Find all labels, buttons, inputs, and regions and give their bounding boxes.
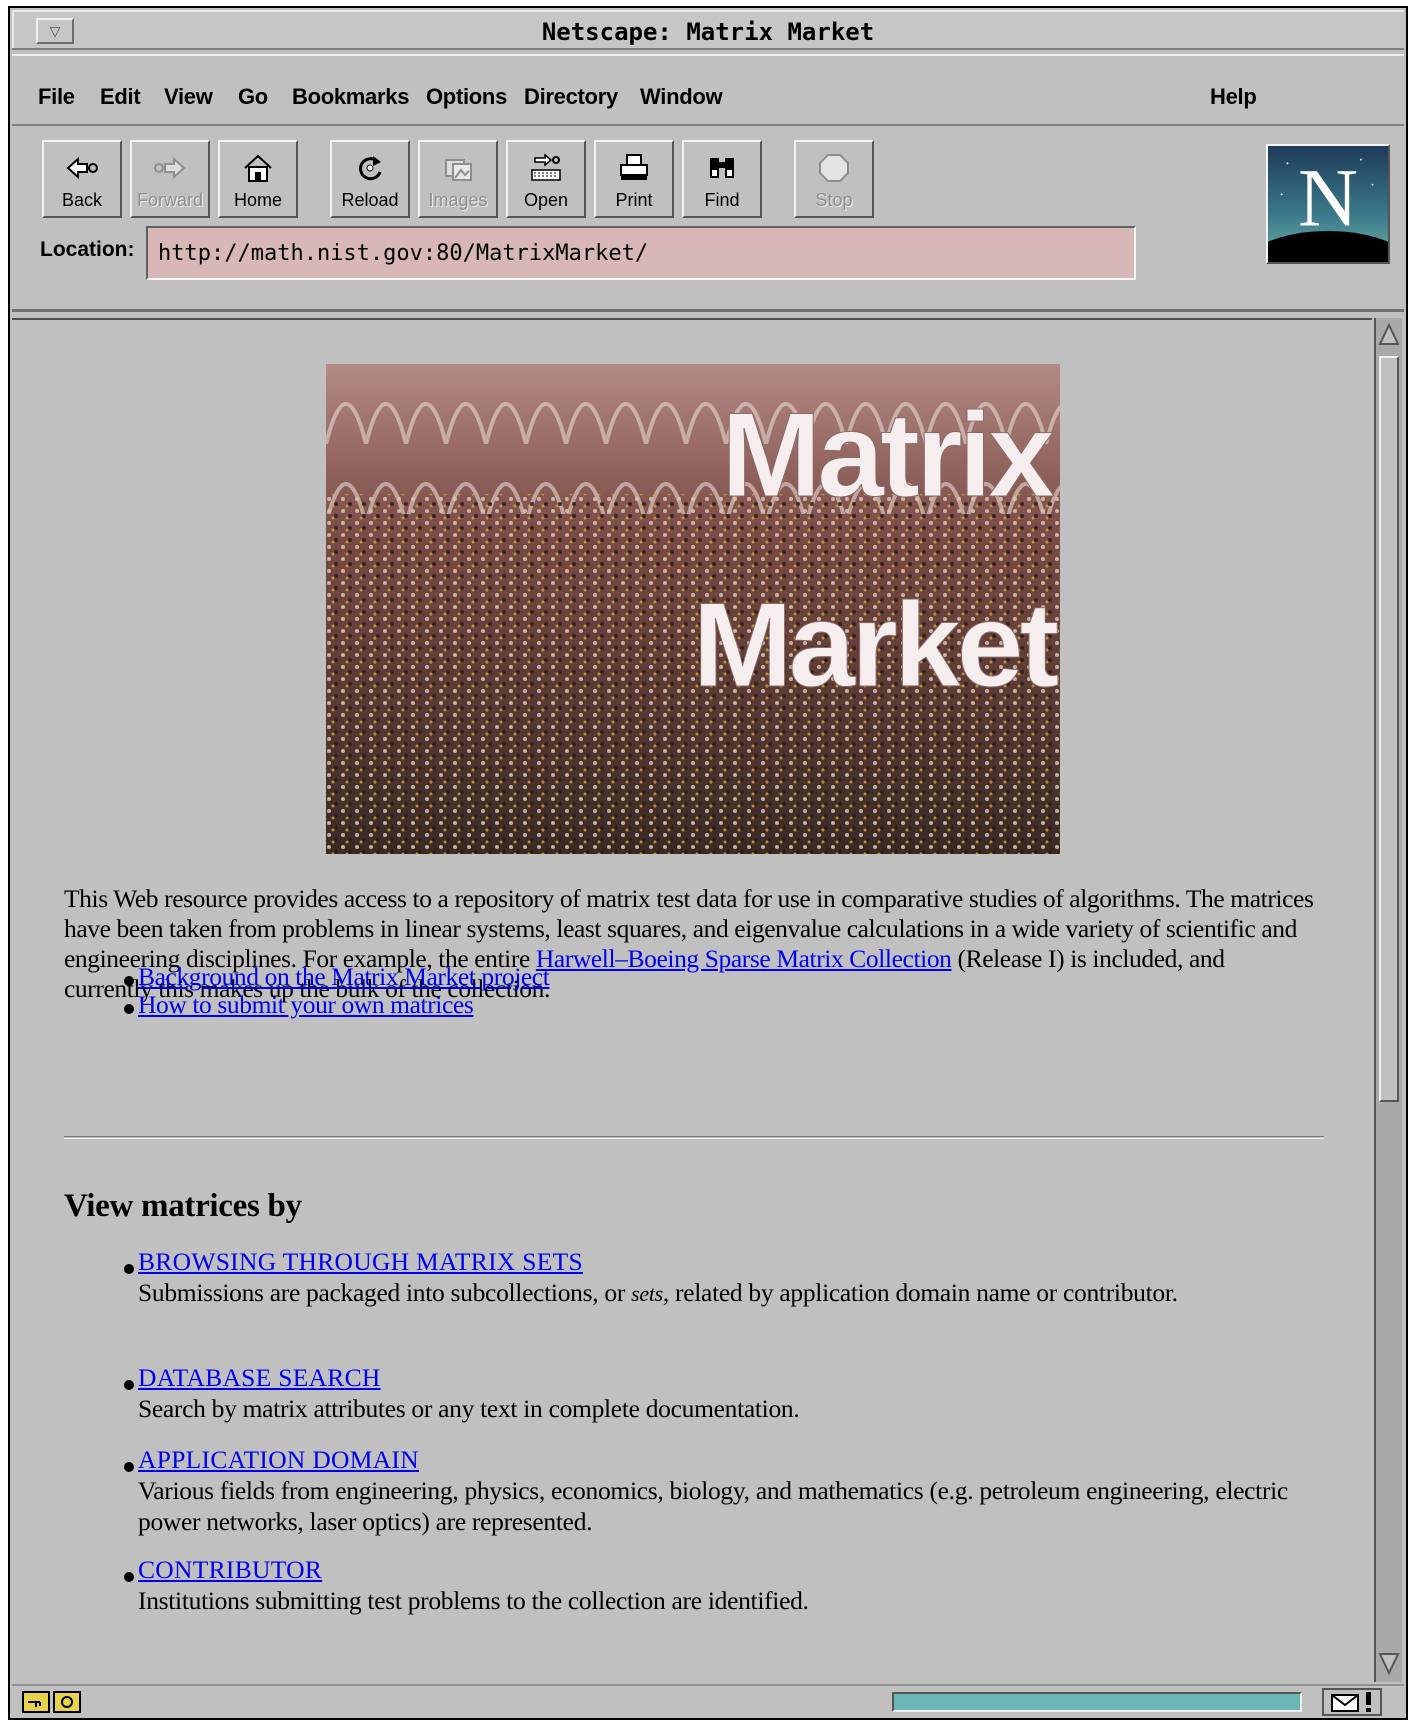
home-button[interactable]: Home	[218, 140, 298, 218]
list-item: BROWSING THROUGH MATRIX SETS Submissions…	[138, 1247, 1178, 1307]
back-button[interactable]: Back	[42, 140, 122, 218]
bullet	[124, 1004, 134, 1014]
scroll-down-arrow-icon[interactable]	[1378, 1650, 1400, 1676]
menu-options[interactable]: Options	[426, 84, 507, 110]
bullet	[124, 1462, 134, 1472]
application-domain-link[interactable]: APPLICATION DOMAIN	[138, 1445, 419, 1474]
svg-text:N: N	[1298, 151, 1358, 243]
bullet	[124, 1264, 134, 1274]
bullet	[124, 976, 134, 986]
status-bar	[12, 1684, 1404, 1718]
menu-window[interactable]: Window	[640, 84, 723, 110]
images-icon	[420, 142, 496, 186]
menu-file[interactable]: File	[38, 84, 75, 110]
find-button[interactable]: Find	[682, 140, 762, 218]
back-arrow-icon	[44, 142, 120, 186]
reload-button[interactable]: Reload	[330, 140, 410, 218]
open-icon	[508, 142, 584, 186]
menu-bar: File Edit View Go Bookmarks Options Dire…	[12, 54, 1404, 126]
list-item: DATABASE SEARCH Search by matrix attribu…	[138, 1363, 800, 1423]
reload-icon	[332, 142, 408, 186]
images-button[interactable]: Images	[418, 140, 498, 218]
menu-view[interactable]: View	[164, 84, 213, 110]
menu-directory[interactable]: Directory	[524, 84, 618, 110]
bullet	[124, 1380, 134, 1390]
window-title: Netscape: Matrix Market	[541, 18, 875, 46]
banner-line-1: Matrix	[721, 388, 1054, 522]
open-button[interactable]: Open	[506, 140, 586, 218]
stop-icon	[796, 142, 872, 186]
horizontal-rule	[64, 1136, 1324, 1139]
printer-icon	[596, 142, 672, 186]
toolbar: Back Forward Home Reload Images Open Pri…	[12, 128, 1414, 312]
scroll-up-arrow-icon[interactable]	[1378, 322, 1400, 348]
netscape-logo[interactable]: N	[1241, 144, 1414, 309]
netscape-n-icon: N	[1241, 146, 1414, 309]
background-link[interactable]: Background on the Matrix Market project	[138, 962, 550, 991]
view-heading: View matrices by	[64, 1188, 302, 1224]
print-button[interactable]: Print	[594, 140, 674, 218]
vertical-scrollbar[interactable]	[1374, 318, 1402, 1682]
list-item: APPLICATION DOMAIN Various fields from e…	[138, 1445, 1288, 1536]
list-item: How to submit your own matrices	[138, 990, 1338, 1020]
location-label: Location:	[40, 238, 135, 261]
list-item: Background on the Matrix Market project	[138, 962, 1338, 992]
matrix-market-banner: Matrix Market	[326, 364, 1063, 854]
list-item: CONTRIBUTOR Institutions submitting test…	[138, 1555, 809, 1615]
home-icon	[220, 142, 296, 186]
menu-edit[interactable]: Edit	[100, 84, 141, 110]
page-content: Matrix Market This Web resource provides…	[12, 318, 1372, 1682]
submit-matrices-link[interactable]: How to submit your own matrices	[138, 990, 474, 1019]
browser-window: ▽ Netscape: Matrix Market File Edit View…	[8, 6, 1414, 1720]
security-key-icon[interactable]	[22, 1690, 82, 1714]
browse-sets-link[interactable]: BROWSING THROUGH MATRIX SETS	[138, 1247, 583, 1276]
forward-button[interactable]: Forward	[130, 140, 210, 218]
menu-bookmarks[interactable]: Bookmarks	[292, 84, 409, 110]
database-search-link[interactable]: DATABASE SEARCH	[138, 1363, 381, 1392]
menu-go[interactable]: Go	[238, 84, 268, 110]
stop-button[interactable]: Stop	[794, 140, 874, 218]
title-bar: ▽ Netscape: Matrix Market	[12, 10, 1404, 50]
scroll-thumb[interactable]	[1379, 356, 1399, 1102]
banner-line-2: Market	[693, 578, 1059, 712]
bullet	[124, 1572, 134, 1582]
location-input[interactable]	[146, 226, 1136, 280]
binoculars-icon	[684, 142, 760, 186]
menu-help[interactable]: Help	[1210, 84, 1257, 110]
progress-bar	[892, 1692, 1302, 1712]
contributor-link[interactable]: CONTRIBUTOR	[138, 1555, 322, 1584]
mail-icon[interactable]	[1322, 1688, 1382, 1716]
forward-arrow-icon	[132, 142, 208, 186]
